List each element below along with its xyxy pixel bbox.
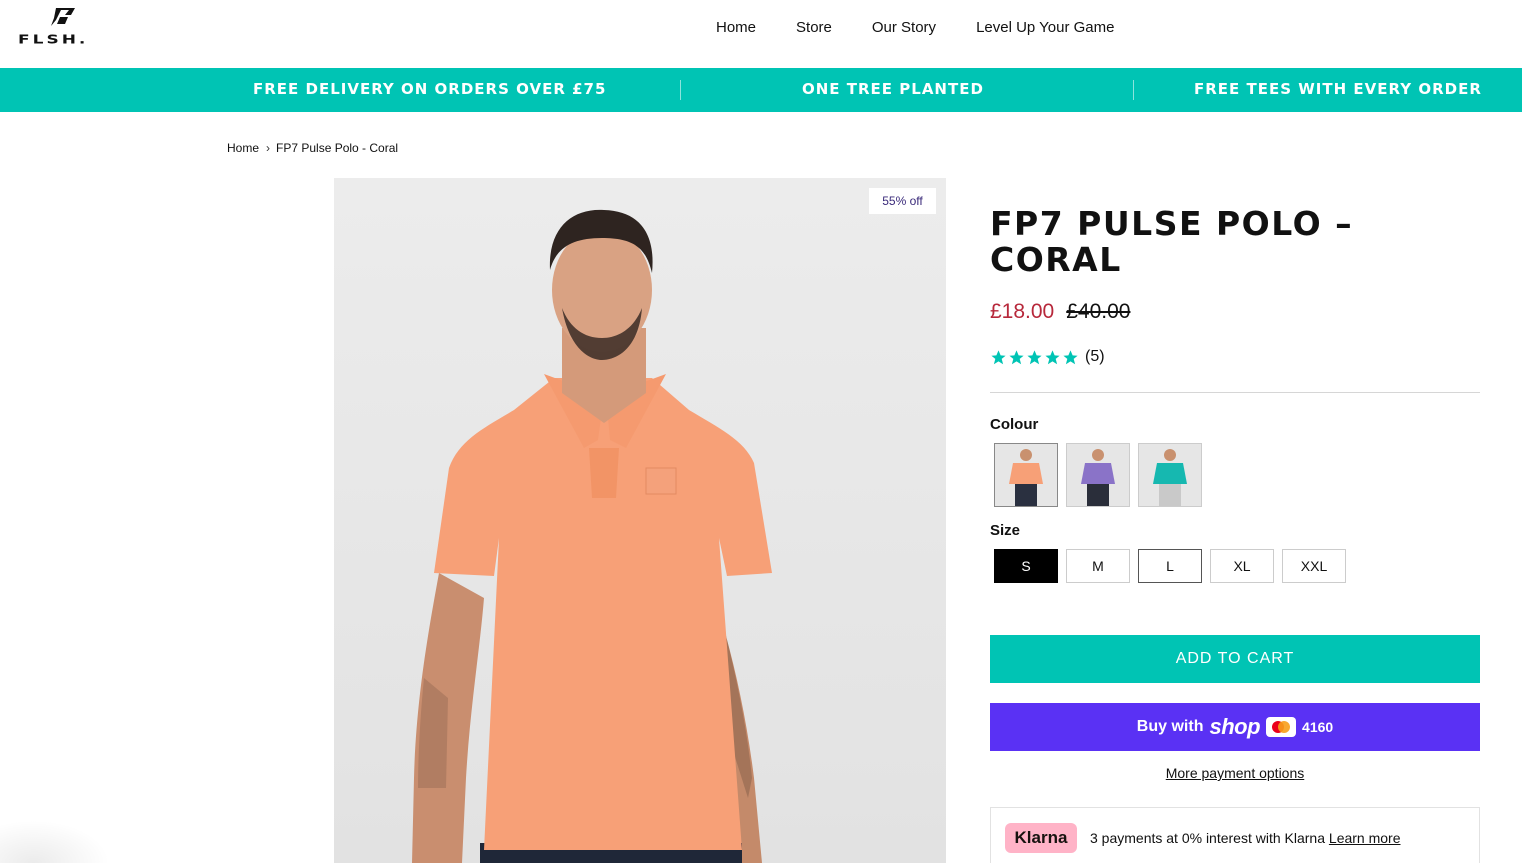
star-icon (1063, 349, 1078, 364)
swatch-thumbnail (995, 444, 1057, 506)
more-payment-options-link[interactable]: More payment options (990, 765, 1480, 781)
klarna-logo: Klarna (1005, 823, 1077, 853)
size-option-m[interactable]: M (1066, 549, 1130, 583)
discount-badge: 55% off (869, 188, 936, 214)
announcement-divider (1133, 80, 1134, 100)
product-title: FP7 PULSE POLO – CORAL (990, 204, 1354, 279)
size-option-s[interactable]: S (994, 549, 1058, 583)
nav-level-up[interactable]: Level Up Your Game (976, 19, 1114, 36)
star-icon (1045, 349, 1060, 364)
corner-shadow (0, 820, 110, 863)
klarna-message: 3 payments at 0% interest with Klarna Le… (1090, 830, 1401, 846)
swatch-thumbnail (1067, 444, 1129, 506)
announcement-divider (680, 80, 681, 100)
mastercard-icon (1266, 717, 1297, 737)
size-label: Size (990, 522, 1021, 539)
breadcrumb: Home › FP7 Pulse Polo - Coral (227, 141, 398, 155)
buy-with-label: Buy with (1136, 718, 1204, 735)
star-icon (1027, 349, 1042, 364)
colour-swatch-purple[interactable] (1066, 443, 1130, 507)
star-icon (1009, 349, 1024, 364)
nav-home[interactable]: Home (716, 19, 756, 36)
logo-wordmark: FLSH. (18, 32, 89, 47)
klarna-learn-more-link[interactable]: Learn more (1329, 830, 1401, 846)
announcement-item: ONE TREE PLANTED (802, 80, 984, 98)
product-main-image[interactable] (334, 178, 946, 863)
colour-swatch-coral[interactable] (994, 443, 1058, 507)
nav-store[interactable]: Store (796, 19, 832, 36)
review-count: (5) (1085, 348, 1105, 365)
chevron-right-icon: › (266, 141, 271, 155)
size-option-l[interactable]: L (1138, 549, 1202, 583)
brand-logo[interactable]: FLSH. (18, 8, 110, 50)
logo-mark-icon (51, 8, 75, 26)
site-header: FLSH. Home Store Our Story Level Up Your… (0, 0, 1522, 68)
shop-pay-button[interactable]: Buy with shop 4160 (990, 703, 1480, 751)
breadcrumb-home[interactable]: Home (227, 141, 259, 155)
add-to-cart-button[interactable]: ADD TO CART (990, 635, 1480, 683)
colour-swatch-teal[interactable] (1138, 443, 1202, 507)
size-option-xxl[interactable]: XXL (1282, 549, 1346, 583)
main-nav: Home Store Our Story Level Up Your Game (716, 19, 1114, 36)
price-row: £18.00 £40.00 (990, 300, 1130, 324)
announcement-bar: FREE DELIVERY ON ORDERS OVER £75 ONE TRE… (0, 68, 1522, 112)
sale-price: £18.00 (990, 300, 1055, 323)
shop-logo: shop (1209, 714, 1261, 739)
swatch-thumbnail (1139, 444, 1201, 506)
star-icon (991, 349, 1006, 364)
breadcrumb-current: FP7 Pulse Polo - Coral (276, 141, 399, 155)
card-last4: 4160 (1302, 719, 1334, 735)
klarna-banner: Klarna 3 payments at 0% interest with Kl… (990, 807, 1480, 863)
klarna-text: 3 payments at 0% interest with Klarna (1090, 830, 1326, 846)
nav-our-story[interactable]: Our Story (872, 19, 936, 36)
size-option-xl[interactable]: XL (1210, 549, 1274, 583)
star-rating (990, 349, 1079, 366)
announcement-item: FREE TEES WITH EVERY ORDER (1194, 80, 1482, 98)
divider (990, 392, 1480, 393)
rating-summary[interactable]: (5) (990, 348, 1105, 366)
colour-label: Colour (990, 416, 1039, 433)
product-photo-illustration (334, 178, 946, 863)
announcement-item: FREE DELIVERY ON ORDERS OVER £75 (253, 80, 607, 98)
original-price: £40.00 (1066, 300, 1131, 323)
